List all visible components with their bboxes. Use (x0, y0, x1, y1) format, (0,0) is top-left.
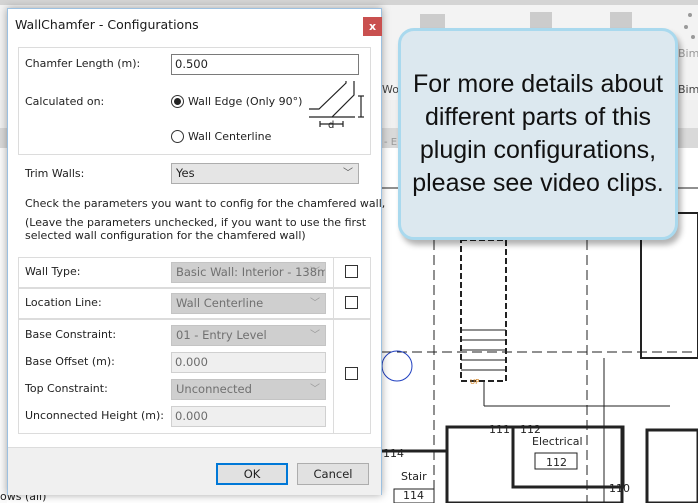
svg-text:Electrical: Electrical (532, 435, 583, 448)
unconnected-height-label: Unconnected Height (m): (25, 409, 164, 422)
wall-type-label: Wall Type: (25, 265, 81, 278)
wall-type-checkbox[interactable] (345, 265, 358, 278)
base-constraint-label: Base Constraint: (25, 328, 117, 341)
svg-text:UP: UP (470, 378, 479, 386)
svg-text:d: d (328, 120, 334, 131)
instruction-text: selected wall configuration for the cham… (25, 229, 306, 242)
svg-text:114: 114 (383, 447, 404, 460)
svg-text:111: 111 (489, 423, 510, 436)
chevron-down-icon: ﹀ (343, 168, 353, 179)
svg-text:110: 110 (609, 482, 630, 495)
wall-centerline-radio[interactable] (171, 130, 184, 143)
location-line-checkbox[interactable] (345, 296, 358, 309)
wall-type-select[interactable]: Basic Wall: Interior - 138mm ﹀ (171, 262, 326, 283)
chamfer-diagram-icon: d (309, 81, 364, 131)
svg-text:Stair: Stair (401, 470, 427, 483)
wall-edge-label: Wall Edge (Only 90°) (188, 95, 303, 108)
instruction-text: Check the parameters you want to config … (25, 197, 386, 210)
calculated-on-label: Calculated on: (25, 95, 105, 108)
chevron-down-icon: ﹀ (310, 267, 320, 278)
trim-walls-select[interactable]: Yes ﹀ (171, 163, 359, 184)
wall-centerline-label: Wall Centerline (188, 130, 272, 143)
ok-button[interactable]: OK (216, 463, 288, 485)
chevron-down-icon: ﹀ (310, 384, 320, 395)
base-offset-input[interactable]: 0.000 (171, 352, 326, 373)
close-button[interactable]: x (363, 17, 382, 36)
svg-text:112: 112 (546, 456, 567, 469)
chevron-down-icon: ﹀ (310, 298, 320, 309)
base-offset-label: Base Offset (m): (25, 355, 115, 368)
base-constraint-select[interactable]: 01 - Entry Level ﹀ (171, 325, 326, 346)
constraints-checkbox[interactable] (345, 367, 358, 380)
dialog-title: WallChamfer - Configurations (15, 17, 199, 32)
location-line-select[interactable]: Wall Centerline ﹀ (171, 293, 326, 314)
dialog-footer: OK Cancel (8, 447, 381, 495)
top-constraint-label: Top Constraint: (25, 382, 108, 395)
location-line-label: Location Line: (25, 296, 102, 309)
chevron-down-icon: ﹀ (310, 330, 320, 341)
chamfer-length-input[interactable]: 0.500 (171, 54, 359, 75)
top-constraint-select[interactable]: Unconnected ﹀ (171, 379, 326, 400)
trim-walls-label: Trim Walls: (25, 167, 85, 180)
svg-text:114: 114 (403, 489, 424, 502)
instruction-text: (Leave the parameters unchecked, if you … (25, 216, 367, 229)
info-callout: For more details about different parts o… (398, 28, 678, 240)
unconnected-height-input[interactable]: 0.000 (171, 406, 326, 427)
svg-text:Bim: Bim (678, 83, 698, 96)
chamfer-length-label: Chamfer Length (m): (25, 57, 141, 70)
callout-text: For more details about different parts o… (412, 70, 664, 197)
wall-edge-radio[interactable] (171, 95, 184, 108)
ribbon-label: Wo (382, 83, 399, 96)
cancel-button[interactable]: Cancel (297, 463, 369, 485)
wallchamfer-dialog: WallChamfer - Configurations x Chamfer L… (7, 8, 386, 495)
svg-text:Bim: Bim (678, 47, 698, 60)
